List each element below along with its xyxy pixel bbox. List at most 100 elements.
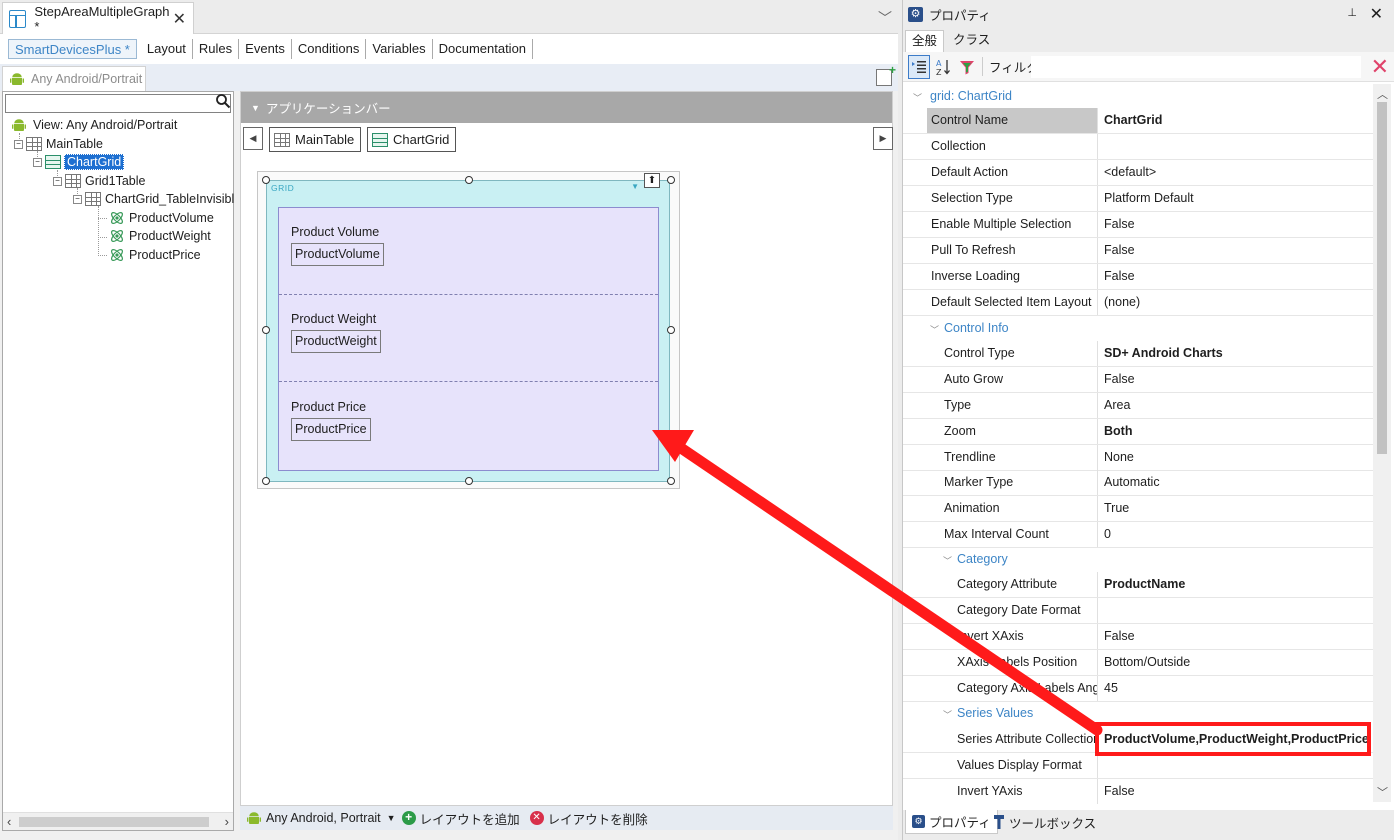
property-row[interactable]: Invert XAxis False [903,624,1373,650]
property-row[interactable]: XAxis Labels Position Bottom/Outside [903,650,1373,676]
platform-tab[interactable]: Any Android/Portrait [2,66,146,91]
property-value[interactable] [1097,753,1373,778]
property-row[interactable]: Zoom Both [903,419,1373,445]
property-value[interactable]: False [1097,624,1373,649]
scroll-left-icon[interactable]: ‹ [7,814,11,829]
platform-selector[interactable]: Any Android, Portrait [266,811,381,825]
property-value[interactable]: False [1097,264,1373,289]
search-icon[interactable] [215,93,231,109]
property-row[interactable]: Control Name ChartGrid [903,108,1373,134]
tab-toolbox[interactable]: ツールボックス [987,810,1102,834]
collapse-icon[interactable]: − [73,194,82,204]
resize-handle[interactable] [667,176,675,184]
property-value[interactable]: True [1097,496,1373,521]
close-icon[interactable]: ✕ [1370,4,1383,24]
property-value[interactable]: False [1097,238,1373,263]
pin-icon[interactable]: ⊥ [1347,6,1357,19]
collapse-icon[interactable]: − [14,139,23,149]
chevron-down-icon[interactable]: ﹀ [878,8,892,28]
property-value[interactable]: 45 [1097,676,1373,701]
delete-layout-button[interactable]: レイアウトを削除 [548,809,648,828]
tree-horizontal-scrollbar[interactable]: ‹ › [3,812,233,830]
document-tab[interactable]: StepAreaMultipleGraph * ✕ [2,2,194,34]
tab-documentation[interactable]: Documentation [433,39,534,59]
property-row[interactable]: Inverse Loading False [903,264,1373,290]
property-row[interactable]: Pull To Refresh False [903,238,1373,264]
property-value[interactable]: Platform Default [1097,186,1373,211]
property-value[interactable]: <default> [1097,160,1373,185]
property-group-header[interactable]: ﹀ Category [903,547,1373,573]
property-row[interactable]: Invert YAxis False [903,779,1373,804]
scroll-right-icon[interactable]: › [225,814,229,829]
categorized-view-icon[interactable] [908,54,930,79]
tree-node-productweight[interactable]: ProductWeight [109,227,211,245]
caret-down-icon[interactable]: ▼ [631,182,639,191]
property-value[interactable]: SD+ Android Charts [1097,341,1373,366]
chevron-down-icon[interactable]: ﹀ [943,554,952,567]
cell-field[interactable]: ProductWeight [291,330,381,353]
filter-icon[interactable] [956,55,978,79]
property-value[interactable] [1097,598,1373,623]
tree-node-grid1table[interactable]: − Grid1Table [53,172,145,190]
property-value[interactable]: ProductName [1097,572,1373,597]
tab-conditions[interactable]: Conditions [292,39,367,59]
resize-handle[interactable] [262,176,270,184]
property-value[interactable]: False [1097,779,1373,804]
chevron-down-icon[interactable]: ﹀ [930,323,939,336]
property-row[interactable]: Control Type SD+ Android Charts [903,341,1373,367]
resize-handle[interactable] [262,477,270,485]
add-layout-button[interactable]: レイアウトを追加 [420,809,520,828]
property-value[interactable]: 0 [1097,522,1373,547]
property-group-header[interactable]: ﹀ grid: ChartGrid [903,84,1373,110]
property-row[interactable]: Default Action <default> [903,160,1373,186]
scroll-down-icon[interactable]: ﹀ [1377,784,1388,800]
property-row[interactable]: Collection [903,134,1373,160]
tab-rules[interactable]: Rules [193,39,240,59]
crumb-right-icon[interactable]: ▶ [873,127,893,150]
scrollbar-thumb[interactable] [1377,102,1387,454]
delete-icon[interactable]: ✕ [529,811,544,825]
property-value[interactable]: Automatic [1097,470,1373,495]
grid-inner-table[interactable]: Product Volume ProductVolume Product Wei… [278,207,659,471]
application-bar[interactable]: ▼ アプリケーションバー [241,92,892,123]
property-value[interactable]: False [1097,367,1373,392]
collapse-icon[interactable]: − [33,157,42,167]
resize-handle[interactable] [465,176,473,184]
clear-filter-icon[interactable]: ✕ [1371,54,1389,80]
tree-node-productvolume[interactable]: ProductVolume [109,209,214,227]
crumb-maintable[interactable]: MainTable [269,127,362,152]
property-row[interactable]: Trendline None [903,445,1373,471]
tab-layout[interactable]: Layout [141,39,193,59]
property-value[interactable]: False [1097,212,1373,237]
property-value[interactable]: Both [1097,419,1373,444]
scroll-up-icon[interactable]: ︿ [1377,86,1388,102]
grid-cell[interactable]: Product Volume ProductVolume [279,208,658,295]
resize-handle[interactable] [262,326,270,334]
cell-field[interactable]: ProductVolume [291,243,384,266]
tree-search-input[interactable] [5,94,231,113]
property-value[interactable] [1097,134,1373,159]
tab-properties[interactable]: ⚙ プロパティ [905,810,998,834]
select-parent-icon[interactable]: ⬆ [644,173,660,188]
tree-node-productprice[interactable]: ProductPrice [109,246,201,264]
property-row[interactable]: Category Date Format [903,598,1373,624]
tab-smartdevicesplus[interactable]: SmartDevicesPlus * [8,39,137,59]
property-value[interactable]: None [1097,445,1373,470]
grid-cell[interactable]: Product Weight ProductWeight [279,295,658,382]
close-icon[interactable]: ✕ [173,9,186,29]
property-group-header[interactable]: ﹀ Control Info [903,316,1373,342]
tab-general[interactable]: 全般 [905,30,945,52]
resize-handle[interactable] [465,477,473,485]
property-value[interactable]: ChartGrid [1097,108,1373,133]
property-row[interactable]: Default Selected Item Layout (none) [903,290,1373,316]
property-row[interactable]: Auto Grow False [903,367,1373,393]
tree-node-maintable[interactable]: − MainTable [14,135,103,153]
caret-down-icon[interactable]: ▼ [387,813,396,823]
property-value[interactable]: Bottom/Outside [1097,650,1373,675]
property-value[interactable]: Area [1097,393,1373,418]
tree-node-invisible-table[interactable]: − ChartGrid_TableInvisibl [73,190,234,208]
property-row[interactable]: Marker Type Automatic [903,470,1373,496]
property-row[interactable]: Category Axis Labels Angle 45 [903,676,1373,702]
property-value[interactable]: (none) [1097,290,1373,315]
collapse-icon[interactable]: − [53,176,62,186]
